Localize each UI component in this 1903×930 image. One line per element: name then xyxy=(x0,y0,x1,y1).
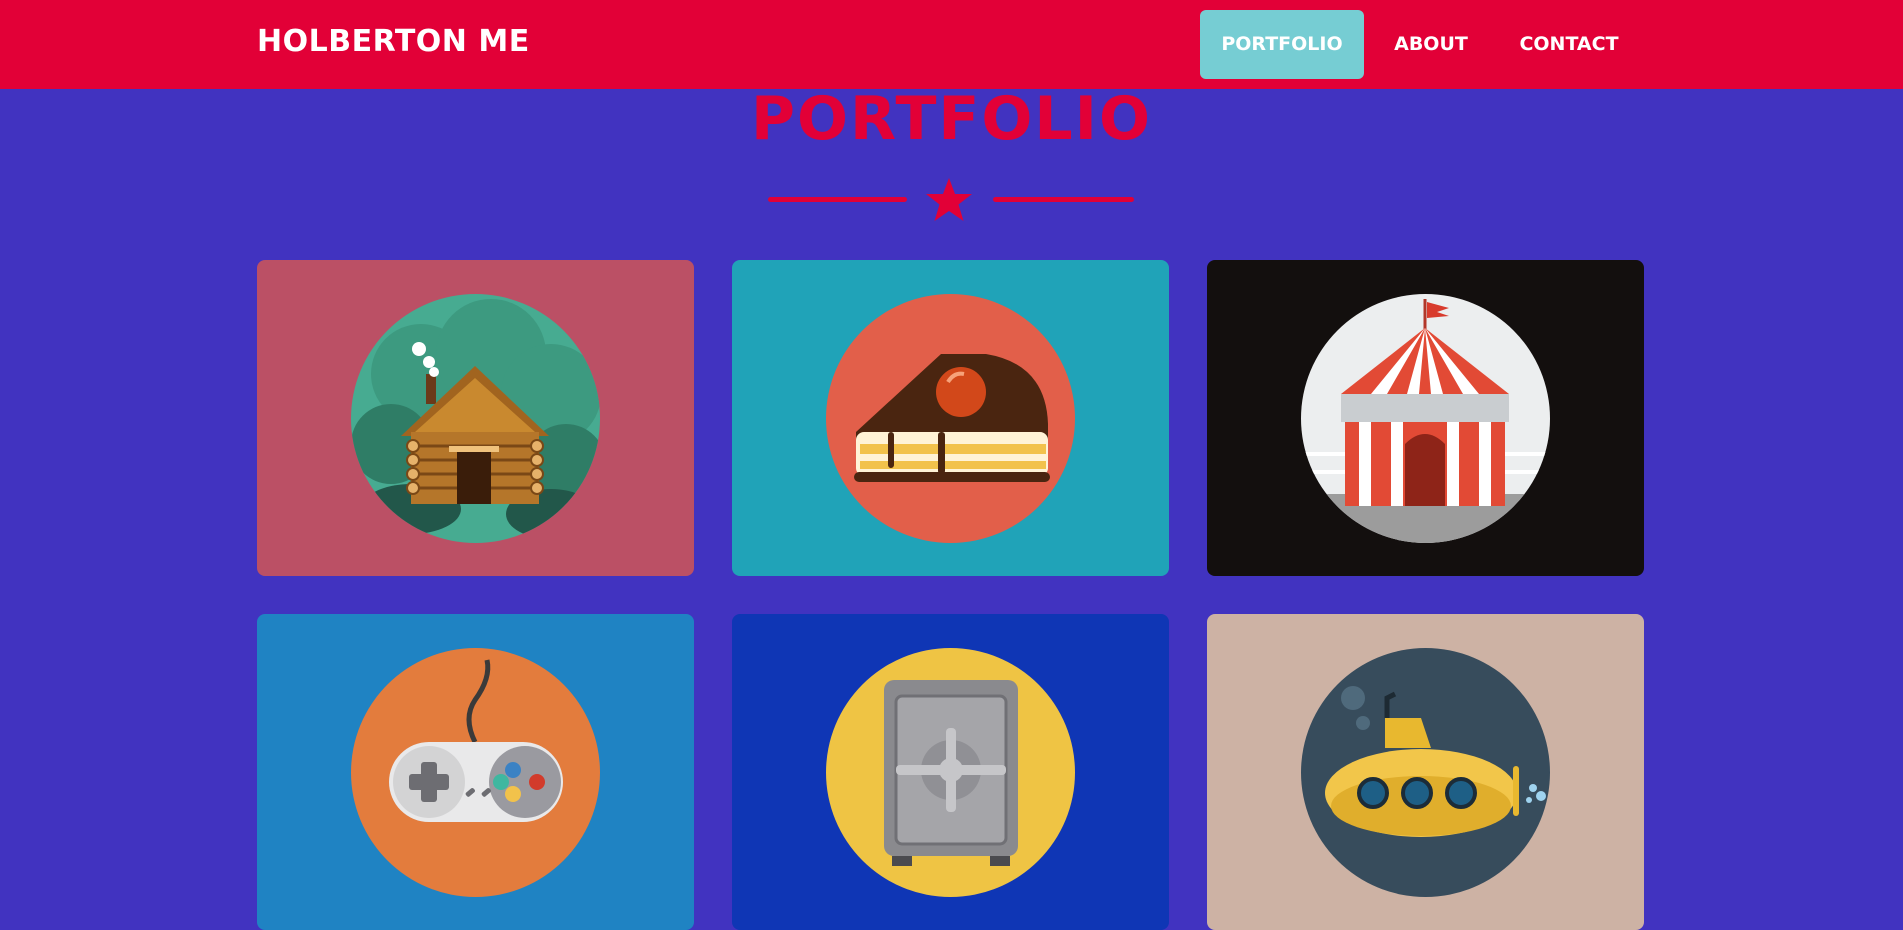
log-cabin-icon xyxy=(351,294,600,543)
portfolio-card-circus[interactable] xyxy=(1207,260,1644,576)
portfolio-card-controller[interactable] xyxy=(257,614,694,930)
game-controller-icon xyxy=(351,648,600,897)
divider-line-right xyxy=(993,197,1134,202)
cake-slice-icon xyxy=(826,294,1075,543)
portfolio-card-cabin[interactable] xyxy=(257,260,694,576)
submarine-icon xyxy=(1301,648,1550,897)
nav-link-about[interactable]: ABOUT xyxy=(1377,10,1485,79)
star-icon xyxy=(926,178,972,221)
portfolio-card-cake[interactable] xyxy=(732,260,1169,576)
portfolio-card-safe[interactable] xyxy=(732,614,1169,930)
top-navbar: HOLBERTON ME PORTFOLIO ABOUT CONTACT xyxy=(0,0,1903,89)
brand-logo-text[interactable]: HOLBERTON ME xyxy=(257,24,530,59)
nav-link-portfolio[interactable]: PORTFOLIO xyxy=(1200,10,1364,79)
divider-line-left xyxy=(768,197,907,202)
nav-link-contact[interactable]: CONTACT xyxy=(1500,10,1638,79)
safe-icon xyxy=(826,648,1075,897)
portfolio-card-submarine[interactable] xyxy=(1207,614,1644,930)
circus-tent-icon xyxy=(1301,294,1550,543)
portfolio-section-title: PORTFOLIO xyxy=(751,84,1152,154)
